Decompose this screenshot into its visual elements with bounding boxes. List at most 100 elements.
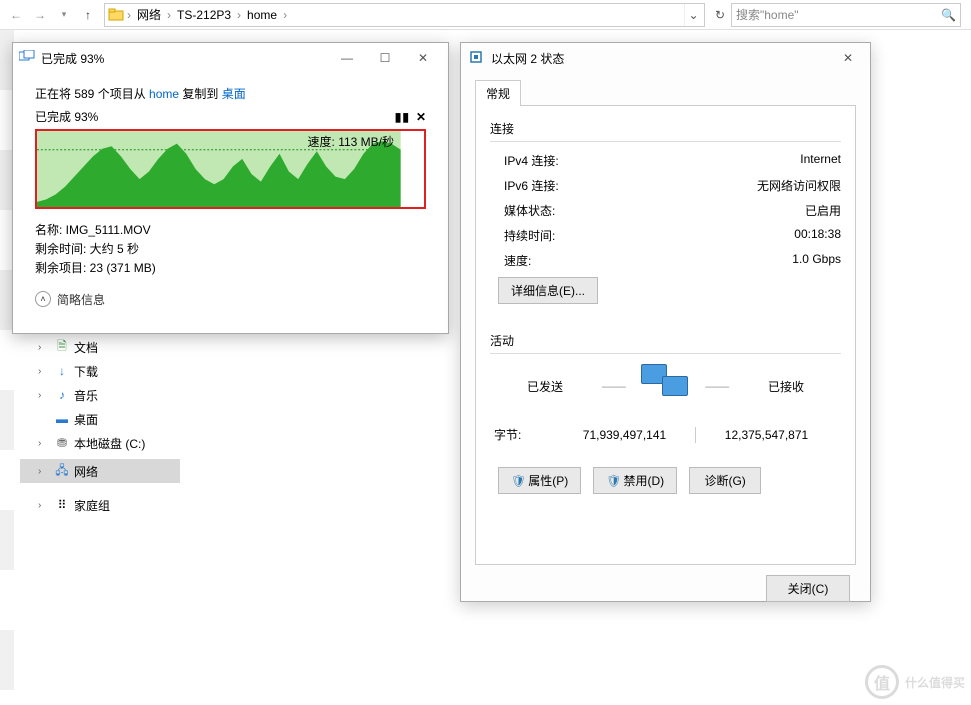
chevron-right-icon: ›	[281, 8, 289, 22]
bytes-sent-value: 71,939,497,141	[554, 428, 695, 442]
dialog-titlebar[interactable]: 已完成 93% — ☐ ✕	[13, 43, 448, 73]
chevron-up-icon: ˄	[35, 291, 51, 307]
close-dialog-button[interactable]: 关闭(C)	[766, 575, 850, 602]
speed-label: 速度:	[504, 252, 792, 269]
details-button[interactable]: 详细信息(E)...	[498, 277, 598, 304]
minimize-button[interactable]: —	[328, 46, 366, 70]
connection-group-label: 连接	[490, 120, 841, 137]
tree-label: 本地磁盘 (C:)	[74, 435, 145, 452]
diagnose-button[interactable]: 诊断(G)	[689, 467, 761, 494]
tree-item-desktop[interactable]: ▬桌面	[20, 407, 180, 431]
chevron-right-icon: ›	[165, 8, 173, 22]
speed-label: 速度: 113 MB/秒	[308, 133, 394, 150]
speed-chart: 速度: 113 MB/秒	[35, 129, 426, 209]
caret-icon: ›	[38, 390, 50, 401]
homegroup-icon: ⠿	[54, 497, 70, 513]
time-remaining-label: 剩余时间: 大约 5 秒	[35, 240, 426, 259]
ipv6-value: 无网络访问权限	[757, 177, 841, 194]
tree-item-local-disk[interactable]: › ⛃本地磁盘 (C:)	[20, 431, 180, 455]
ethernet-status-dialog: 以太网 2 状态 ✕ 常规 连接 IPv4 连接:Internet IPv6 连…	[460, 42, 871, 602]
tree-item-documents[interactable]: › 🗎文档	[20, 335, 180, 359]
music-icon: ♪	[54, 387, 70, 403]
recv-label: 已接收	[741, 378, 831, 395]
ipv4-label: IPv4 连接:	[504, 152, 800, 169]
shield-icon: 🛡	[606, 474, 621, 488]
close-button[interactable]: ✕	[834, 47, 862, 69]
tree-item-network[interactable]: › 🖧网络	[20, 459, 180, 483]
shield-icon: 🛡	[511, 474, 526, 488]
tree-label: 家庭组	[74, 497, 110, 514]
speed-value: 1.0 Gbps	[792, 252, 841, 269]
activity-group-label: 活动	[490, 332, 841, 349]
file-name-label: 名称: IMG_5111.MOV	[35, 221, 426, 240]
media-label: 媒体状态:	[504, 202, 805, 219]
properties-button[interactable]: 🛡属性(P)	[498, 467, 581, 494]
media-value: 已启用	[805, 202, 841, 219]
ipv4-value: Internet	[800, 152, 841, 169]
watermark-icon: 值	[865, 665, 899, 699]
explorer-toolbar: ← → ▾ ↑ › 网络 › TS-212P3 › home › ⌄ ↻ 搜索"…	[0, 0, 971, 30]
caret-icon: ›	[38, 342, 50, 353]
breadcrumb[interactable]: TS-212P3	[173, 8, 235, 22]
computers-icon	[638, 364, 694, 408]
fewer-details-button[interactable]: ˄ 简略信息	[35, 291, 426, 308]
stop-button[interactable]: ✕	[416, 110, 426, 124]
search-placeholder: 搜索"home"	[736, 6, 799, 23]
address-bar[interactable]: › 网络 › TS-212P3 › home › ⌄	[104, 3, 705, 27]
download-icon: ↓	[54, 363, 70, 379]
pause-button[interactable]: ▮▮	[395, 110, 410, 124]
chevron-right-icon: ›	[125, 8, 133, 22]
close-button[interactable]: ✕	[404, 46, 442, 70]
dialog-titlebar[interactable]: 以太网 2 状态 ✕	[461, 43, 870, 73]
source-link[interactable]: home	[149, 87, 179, 101]
address-dropdown[interactable]: ⌄	[684, 4, 702, 26]
tree-item-downloads[interactable]: › ↓下载	[20, 359, 180, 383]
activity-header: 已发送 —— —— 已接收	[490, 364, 841, 408]
network-adapter-icon	[469, 50, 485, 66]
tree-label: 网络	[74, 463, 98, 480]
tree-item-music[interactable]: ›♪音乐	[20, 383, 180, 407]
back-button[interactable]: ←	[4, 3, 28, 27]
up-button[interactable]: ↑	[76, 3, 100, 27]
maximize-button[interactable]: ☐	[366, 46, 404, 70]
refresh-button[interactable]: ↻	[709, 3, 731, 27]
desktop-icon: ▬	[54, 411, 70, 427]
tree-label: 下载	[74, 363, 98, 380]
duration-value: 00:18:38	[794, 227, 841, 244]
caret-icon: ›	[38, 466, 50, 477]
tab-strip: 常规	[475, 79, 856, 105]
ipv6-label: IPv6 连接:	[504, 177, 757, 194]
chevron-right-icon: ›	[235, 8, 243, 22]
duration-label: 持续时间:	[504, 227, 794, 244]
tree-item-homegroup[interactable]: › ⠿家庭组	[20, 493, 180, 517]
tab-general[interactable]: 常规	[475, 80, 521, 106]
caret-icon: ›	[38, 500, 50, 511]
tree-label: 文档	[74, 339, 98, 356]
search-input[interactable]: 搜索"home" 🔍	[731, 3, 961, 27]
dialog-title: 已完成 93%	[41, 50, 328, 67]
folder-icon	[107, 6, 125, 24]
recent-dropdown[interactable]: ▾	[52, 3, 76, 27]
bytes-row: 字节: 71,939,497,141 12,375,547,871	[490, 426, 841, 443]
search-icon: 🔍	[941, 8, 956, 22]
disable-button[interactable]: 🛡禁用(D)	[593, 467, 677, 494]
forward-button[interactable]: →	[28, 3, 52, 27]
breadcrumb[interactable]: 网络	[133, 6, 165, 23]
tab-content: 连接 IPv4 连接:Internet IPv6 连接:无网络访问权限 媒体状态…	[475, 105, 856, 565]
bytes-recv-value: 12,375,547,871	[696, 428, 837, 442]
sidebar-tree: ›🗎文档 ›↓下载 ›♪音乐 ▬桌面 ›⛃本地磁盘 (C:) ›🖧网络 ›⠿家庭…	[20, 335, 180, 517]
caret-icon: ›	[38, 438, 50, 449]
dest-link[interactable]: 桌面	[222, 87, 246, 101]
document-icon: 🗎	[54, 339, 70, 355]
items-remaining-label: 剩余项目: 23 (371 MB)	[35, 259, 426, 278]
copy-description: 正在将 589 个项目从 home 复制到 桌面	[35, 85, 426, 102]
tree-label: 桌面	[74, 411, 98, 428]
percent-label: 已完成 93%	[35, 108, 98, 125]
copy-icon	[19, 50, 35, 66]
copy-details: 名称: IMG_5111.MOV 剩余时间: 大约 5 秒 剩余项目: 23 (…	[35, 221, 426, 279]
sent-label: 已发送	[500, 378, 590, 395]
breadcrumb[interactable]: home	[243, 8, 281, 22]
caret-icon: ›	[38, 366, 50, 377]
disk-icon: ⛃	[54, 435, 70, 451]
network-icon: 🖧	[54, 463, 70, 479]
